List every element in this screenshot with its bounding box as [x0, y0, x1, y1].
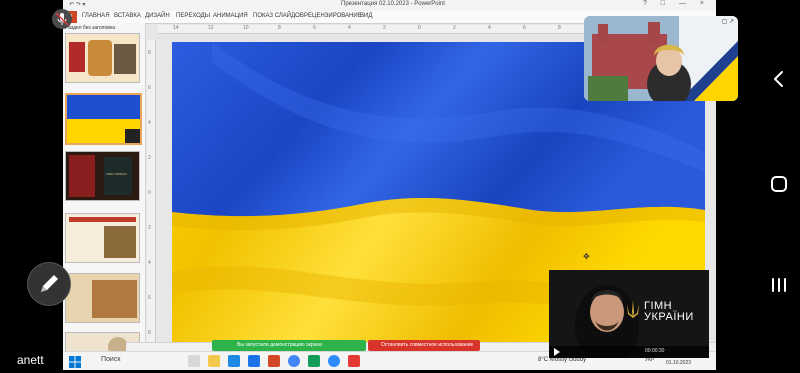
presenter-video[interactable]: ▢ ↗	[584, 16, 738, 101]
slides-panel: Раздел без заголовка ГІМН УКРАЇНИ	[63, 23, 146, 357]
nav-recents-icon[interactable]	[771, 278, 787, 294]
zoom-icon[interactable]	[328, 355, 340, 367]
file-explorer-icon[interactable]	[208, 355, 220, 367]
slide-thumb-2-selected[interactable]	[65, 93, 142, 145]
pen-icon[interactable]	[27, 262, 71, 306]
video-title: ГІМН УКРАЇНИ	[644, 301, 694, 323]
tab-insert[interactable]: ВСТАВКА	[114, 13, 141, 19]
trident-icon	[627, 300, 639, 318]
video-title-line2: УКРАЇНИ	[644, 311, 694, 323]
tab-review[interactable]: РЕЦЕНЗИРОВАНИЕ	[304, 13, 362, 19]
powerpoint-icon[interactable]	[268, 355, 280, 367]
title-bar: ↶ ↷ ▾ Презентация 02.10.2023 - PowerPoin…	[63, 0, 716, 11]
video-controls: 00:00:30	[549, 346, 709, 358]
android-nav-bar	[740, 0, 800, 369]
video-time: 00:00:30	[645, 348, 665, 354]
share-status-text: Вы запустили демонстрацию экрана	[237, 342, 322, 348]
ruler-tick: 2	[148, 155, 151, 161]
windows-start-icon[interactable]	[69, 355, 81, 368]
tab-design[interactable]: ДИЗАЙН	[145, 13, 170, 19]
clock-date: 01.10.2023	[666, 360, 692, 366]
ruler-tick: 2	[148, 225, 151, 231]
taskbar-search[interactable]: Поиск	[101, 356, 120, 363]
vertical-ruler: 8 6 4 2 0 2 4 6 8	[147, 40, 156, 345]
tab-slideshow[interactable]: ПОКАЗ СЛАЙДОВ	[253, 13, 304, 19]
ruler-tick: 4	[148, 260, 151, 266]
ruler-tick: 12	[208, 25, 214, 31]
screen: ↶ ↷ ▾ Презентация 02.10.2023 - PowerPoin…	[0, 0, 800, 370]
ruler-tick: 2	[453, 25, 456, 31]
chrome-icon[interactable]	[288, 355, 300, 367]
ruler-tick: 0	[148, 190, 151, 196]
slide-thumb-3[interactable]: ГІМН УКРАЇНИ	[65, 151, 140, 201]
task-view-icon[interactable]	[188, 355, 200, 367]
ruler-tick: 0	[418, 25, 421, 31]
video-player[interactable]: ГІМН УКРАЇНИ 00:00:30	[549, 270, 709, 358]
nav-back-icon[interactable]	[772, 70, 786, 88]
section-label[interactable]: Раздел без заголовка	[65, 25, 115, 31]
ruler-tick: 6	[148, 85, 151, 91]
play-icon[interactable]	[554, 348, 560, 356]
ruler-tick: 6	[313, 25, 316, 31]
slide-thumb-4[interactable]	[65, 213, 140, 263]
tab-transitions[interactable]: ПЕРЕХОДЫ	[176, 13, 210, 19]
ruler-tick: 4	[148, 120, 151, 126]
slide-thumb-5[interactable]	[65, 273, 140, 323]
mouse-cursor-icon: ✥	[583, 252, 590, 261]
ruler-tick: 14	[173, 25, 179, 31]
ruler-tick: 6	[148, 295, 151, 301]
ruler-tick: 8	[278, 25, 281, 31]
ruler-tick: 2	[383, 25, 386, 31]
mail-icon[interactable]	[228, 355, 240, 367]
ruler-tick: 8	[148, 330, 151, 336]
stop-share-text: Остановить совместное использование	[381, 342, 474, 348]
ruler-tick: 8	[148, 50, 151, 56]
ruler-tick: 4	[348, 25, 351, 31]
ruler-tick: 4	[488, 25, 491, 31]
window-title: Презентация 02.10.2023 - PowerPoint	[341, 1, 445, 7]
nav-home-icon[interactable]	[771, 176, 787, 192]
tab-home[interactable]: ГЛАВНАЯ	[82, 13, 110, 19]
word-icon[interactable]	[248, 355, 260, 367]
app-icon[interactable]	[348, 355, 360, 367]
window-controls[interactable]: ? □ — ×	[643, 0, 710, 7]
presenter-camera-feed	[584, 16, 738, 101]
share-status: Вы запустили демонстрацию экрана	[212, 340, 366, 351]
excel-icon[interactable]	[308, 355, 320, 367]
tab-view[interactable]: ВИД	[360, 13, 372, 19]
screen-share-bar: Вы запустили демонстрацию экрана Останов…	[212, 340, 480, 351]
ruler-tick: 8	[558, 25, 561, 31]
mic-off-icon[interactable]	[52, 9, 72, 29]
quick-access-toolbar[interactable]: ↶ ↷ ▾	[69, 1, 85, 8]
video-window-controls[interactable]: ▢ ↗	[722, 18, 734, 25]
left-gutter	[0, 0, 63, 369]
participant-name: anett	[17, 353, 44, 367]
ruler-tick: 10	[243, 25, 249, 31]
slide-thumb-1[interactable]	[65, 33, 140, 83]
thumb-caption: ГІМН УКРАЇНИ	[106, 172, 127, 176]
tab-animation[interactable]: АНИМАЦИЯ	[213, 13, 248, 19]
ruler-tick: 6	[523, 25, 526, 31]
stop-share-button[interactable]: Остановить совместное использование	[368, 340, 480, 351]
